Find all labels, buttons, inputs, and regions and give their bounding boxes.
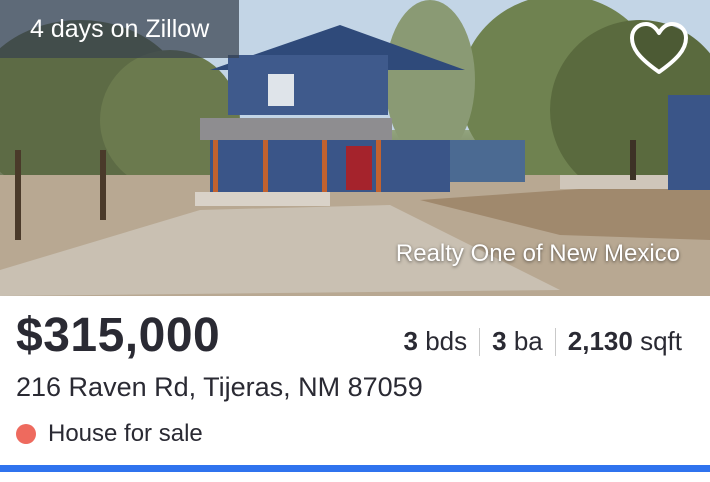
photo-watermark: Realty One of New Mexico [395,240,680,267]
days-on-zillow-badge: 4 days on Zillow [0,0,240,58]
listing-facts: 3 bds 3 ba 2,130 sqft [404,326,682,357]
status-dot-icon [16,424,36,444]
fact-divider [554,327,556,356]
listing-photo[interactable]: 4 days on Zillow Realty One of New Mexic… [0,0,710,296]
status-label: House for sale [48,420,203,447]
baths-value: 3 [492,326,507,356]
heart-icon [630,22,688,74]
listing-price: $315,000 [16,309,221,362]
beds-unit: bds [425,326,468,356]
favorite-heart-icon[interactable] [628,20,690,76]
listing-address[interactable]: 216 Raven Rd, Tijeras, NM 87059 [16,372,423,403]
sqft-unit: sqft [640,326,682,356]
listing-card[interactable]: 4 days on Zillow Realty One of New Mexic… [0,0,710,482]
baths-unit: ba [513,326,543,356]
listing-status: House for sale [16,420,203,448]
card-accent-bar [0,465,710,472]
beds-value: 3 [403,326,418,356]
sqft-value: 2,130 [567,326,633,356]
fact-divider [479,327,481,356]
